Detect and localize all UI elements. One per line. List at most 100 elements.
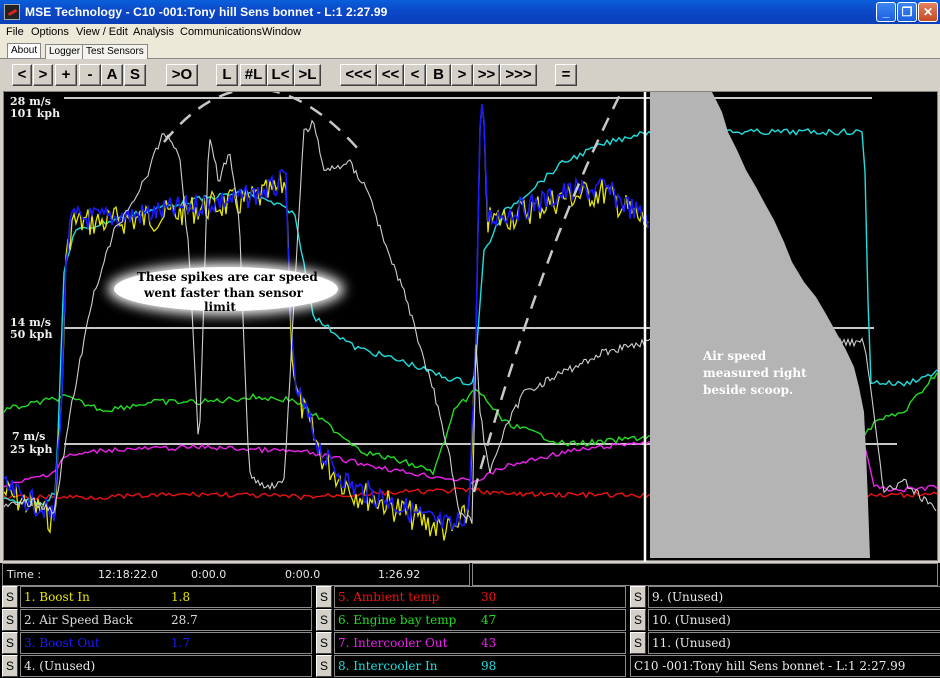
- zoom-in-button[interactable]: +: [55, 64, 77, 86]
- lap-time: 1:26.92: [378, 568, 421, 581]
- tab-logger[interactable]: Logger: [45, 44, 85, 59]
- menu-bar: File Options View / Edit Analysis Commun…: [0, 24, 940, 42]
- channel-name: 5. Ambient temp: [338, 590, 440, 604]
- rewind-button[interactable]: <<: [377, 64, 404, 86]
- channel-name: 9. (Unused): [652, 590, 724, 604]
- dashed-curve-right: [472, 92, 623, 493]
- channel-select-button[interactable]: S: [316, 655, 332, 677]
- channel-cell[interactable]: 2. Air Speed Back 28.7: [20, 609, 312, 631]
- channel-name: C10 -001:Tony hill Sens bonnet - L:1 2:2…: [634, 659, 906, 673]
- annotation-line-3: limit: [204, 300, 236, 314]
- y-label-7ms: 7 m/s: [12, 430, 45, 443]
- channel-name: 1. Boost In: [24, 590, 90, 604]
- app-logo-icon: [4, 4, 20, 20]
- annotation-line-1: These spikes are car speed: [137, 270, 318, 284]
- channel-cell[interactable]: 10. (Unused): [648, 609, 940, 631]
- next-button[interactable]: >: [33, 64, 53, 86]
- channel-cell[interactable]: 3. Boost Out 1.7: [20, 632, 312, 654]
- scoop-annotation-line-2: measured right: [703, 366, 807, 380]
- channel-name: 8. Intercooler In: [338, 659, 438, 673]
- title-bar[interactable]: MSE Technology - C10 -001:Tony hill Sens…: [0, 0, 940, 24]
- forward-button[interactable]: >>: [473, 64, 500, 86]
- dashed-curve-left: [163, 92, 360, 151]
- channel-grid: S 1. Boost In 1.8 S 5. Ambient temp 30 S 9. (Un…: [0, 586, 940, 678]
- channel-value: 28.7: [171, 613, 198, 627]
- channel-cell[interactable]: C10 -001:Tony hill Sens bonnet - L:1 2:2…: [630, 655, 940, 677]
- scoop-annotation-line-3: beside scoop.: [703, 383, 793, 397]
- channel-cell[interactable]: 8. Intercooler In 98: [334, 655, 626, 677]
- restore-button[interactable]: ❐: [897, 2, 917, 22]
- y-label-101kph: 101 kph: [10, 107, 60, 120]
- channel-value: 1.8: [171, 590, 191, 604]
- toolbar: < > + - A S >O L #L L< >L <<< << < B > >…: [0, 59, 940, 91]
- data-chart[interactable]: 28 m/s 101 kph 14 m/s 50 kph 7 m/s 25 kp…: [3, 91, 938, 562]
- lap-prev-button[interactable]: L<: [267, 64, 294, 86]
- channel-select-button[interactable]: S: [2, 609, 18, 631]
- channel-select-button[interactable]: S: [2, 586, 18, 608]
- step-back-button[interactable]: <: [404, 64, 426, 86]
- menu-view-edit[interactable]: View / Edit: [76, 26, 128, 38]
- channel-select-button[interactable]: S: [316, 586, 332, 608]
- lap-number-button[interactable]: #L: [240, 64, 267, 86]
- channel-cell[interactable]: 11. (Unused): [648, 632, 940, 654]
- channel-value: 43: [481, 636, 497, 650]
- tab-strip: About Logger Test Sensors: [0, 42, 940, 59]
- s-button[interactable]: S: [124, 64, 146, 86]
- time-value-2: 0:00.0: [191, 568, 227, 581]
- channel-cell[interactable]: 5. Ambient temp 30: [334, 586, 626, 608]
- tab-about[interactable]: About: [7, 43, 42, 58]
- equals-button[interactable]: =: [555, 64, 577, 86]
- channel-select-button[interactable]: S: [2, 655, 18, 677]
- lap-button[interactable]: L: [216, 64, 238, 86]
- close-button[interactable]: ✕: [918, 2, 938, 22]
- channel-cell[interactable]: 6. Engine bay temp 47: [334, 609, 626, 631]
- menu-analysis[interactable]: Analysis: [133, 26, 174, 38]
- channel-select-button[interactable]: S: [630, 586, 646, 608]
- channel-name: 11. (Unused): [652, 636, 731, 650]
- app-window: MSE Technology - C10 -001:Tony hill Sens…: [0, 0, 940, 678]
- zoom-out-button[interactable]: -: [79, 64, 101, 86]
- menu-file[interactable]: File: [6, 26, 24, 38]
- channel-cell[interactable]: 9. (Unused): [648, 586, 940, 608]
- channel-select-button[interactable]: S: [630, 632, 646, 654]
- channel-cell[interactable]: 4. (Unused): [20, 655, 312, 677]
- prev-button[interactable]: <: [12, 64, 32, 86]
- channel-cell[interactable]: 1. Boost In 1.8: [20, 586, 312, 608]
- step-forward-button[interactable]: >: [451, 64, 473, 86]
- channel-name: 3. Boost Out: [24, 636, 100, 650]
- fast-rewind-button[interactable]: <<<: [340, 64, 377, 86]
- a-button[interactable]: A: [101, 64, 123, 86]
- tab-test-sensors[interactable]: Test Sensors: [82, 44, 148, 59]
- menu-options[interactable]: Options: [31, 26, 69, 38]
- time-readout: Time : 12:18:22.0 0:00.0 0:00.0 1:26.92: [2, 563, 470, 586]
- lap-next-button[interactable]: >L: [294, 64, 321, 86]
- channel-value: 1.7: [171, 636, 191, 650]
- fast-forward-button[interactable]: >>>: [500, 64, 537, 86]
- window-title: MSE Technology - C10 -001:Tony hill Sens…: [25, 5, 388, 19]
- time-clock: 12:18:22.0: [98, 568, 158, 581]
- channel-value: 47: [481, 613, 497, 627]
- menu-communications[interactable]: Communications: [180, 26, 262, 38]
- channel-select-button[interactable]: S: [316, 609, 332, 631]
- channel-value: 98: [481, 659, 497, 673]
- channel-select-button[interactable]: S: [2, 632, 18, 654]
- channel-name: 2. Air Speed Back: [24, 613, 133, 627]
- channel-select-button[interactable]: S: [630, 609, 646, 631]
- annotation-line-2: went faster than sensor: [143, 286, 304, 300]
- channel-name: 7. Intercooler Out: [338, 636, 448, 650]
- channel-cell[interactable]: 7. Intercooler Out 43: [334, 632, 626, 654]
- time-value-3: 0:00.0: [285, 568, 321, 581]
- channel-select-button[interactable]: S: [316, 632, 332, 654]
- channel-name: 4. (Unused): [24, 659, 96, 673]
- go-origin-button[interactable]: >O: [166, 64, 198, 86]
- time-row: Time : 12:18:22.0 0:00.0 0:00.0 1:26.92: [0, 563, 940, 586]
- minimize-button[interactable]: _: [876, 2, 896, 22]
- menu-window[interactable]: Window: [262, 26, 301, 38]
- y-label-50kph: 50 kph: [10, 328, 52, 341]
- time-row-blank: [472, 563, 938, 586]
- y-label-25kph: 25 kph: [10, 443, 52, 456]
- b-button[interactable]: B: [426, 64, 451, 86]
- scoop-annotation-line-1: Air speed: [702, 349, 767, 363]
- channel-name: 6. Engine bay temp: [338, 613, 457, 627]
- trace-boost-out: [4, 104, 649, 530]
